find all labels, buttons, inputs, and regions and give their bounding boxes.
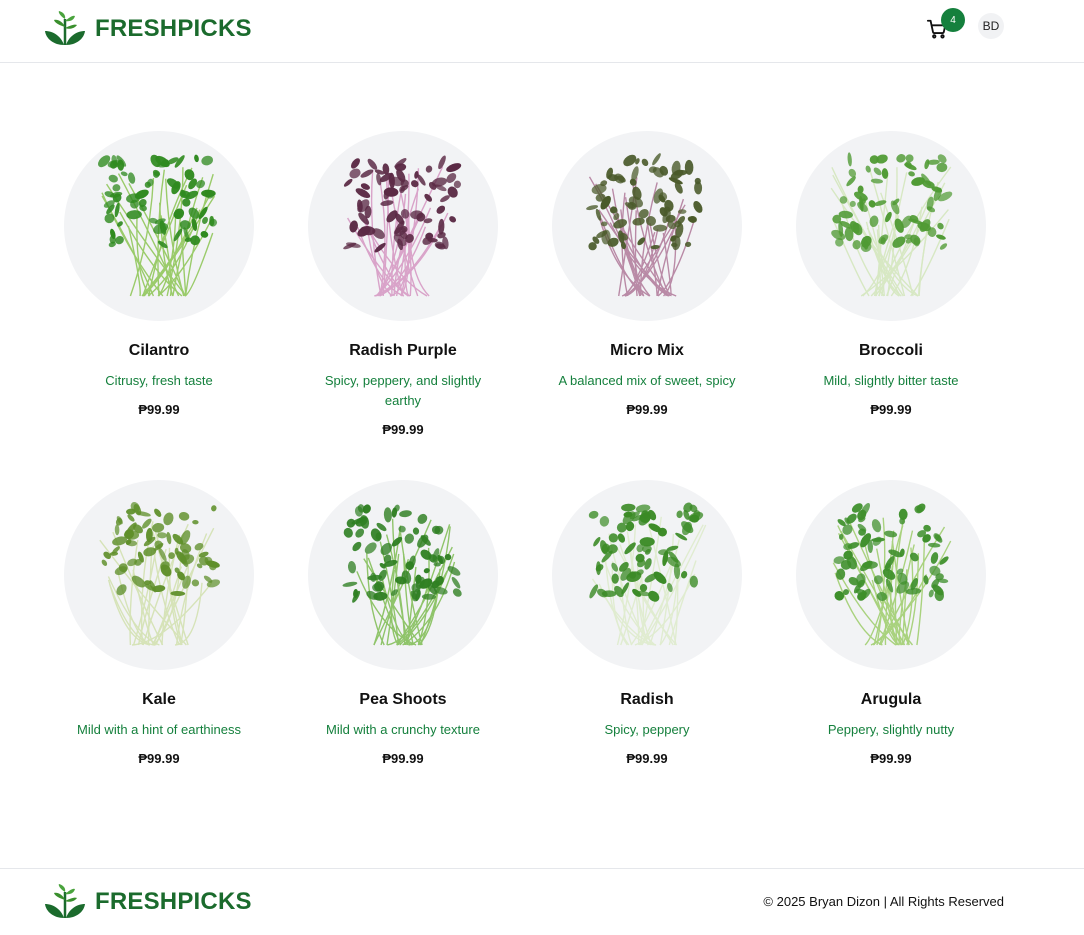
sprout-logo-icon	[44, 884, 86, 920]
microgreens-image	[588, 502, 707, 646]
site-header: FRESHPICKS 4 BD	[0, 0, 1084, 63]
product-description: Mild with a hint of earthiness	[76, 722, 242, 737]
product-price: ₱99.99	[382, 422, 424, 437]
product-price: ₱99.99	[870, 751, 912, 766]
product-description: Spicy, peppery	[604, 722, 690, 737]
product-card-pea-shoots[interactable]: Pea Shoots Mild with a crunchy texture ₱…	[281, 480, 525, 769]
product-price: ₱99.99	[138, 402, 180, 417]
microgreens-image	[98, 154, 218, 297]
product-price: ₱99.99	[626, 751, 668, 766]
copyright-text: © 2025 Bryan Dizon | All Rights Reserved	[763, 894, 1004, 909]
product-card-micro-mix[interactable]: Micro Mix A balanced mix of sweet, spicy…	[525, 131, 769, 440]
product-image	[796, 480, 986, 670]
footer-brand-logo-link[interactable]: FRESHPICKS	[44, 884, 252, 920]
product-description: A balanced mix of sweet, spicy	[558, 373, 736, 388]
product-card-broccoli[interactable]: Broccoli Mild, slightly bitter taste ₱99…	[769, 131, 1013, 440]
brand-logo-link[interactable]: FRESHPICKS	[44, 11, 252, 47]
product-name: Micro Mix	[610, 342, 684, 359]
product-image	[552, 480, 742, 670]
product-card-cilantro[interactable]: Cilantro Citrusy, fresh taste ₱99.99	[37, 131, 281, 440]
product-image	[64, 480, 254, 670]
product-name: Radish	[620, 691, 674, 708]
brand-name: FRESHPICKS	[95, 15, 252, 42]
product-image	[308, 131, 498, 321]
product-name: Radish Purple	[349, 342, 457, 359]
product-price: ₱99.99	[382, 751, 424, 766]
user-avatar[interactable]: BD	[978, 13, 1004, 39]
microgreens-image	[832, 502, 952, 646]
product-card-radish-purple[interactable]: Radish Purple Spicy, peppery, and slight…	[281, 131, 525, 440]
product-card-radish[interactable]: Radish Spicy, peppery ₱99.99	[525, 480, 769, 769]
product-description: Mild with a crunchy texture	[326, 722, 480, 737]
product-price: ₱99.99	[138, 751, 180, 766]
product-name: Pea Shoots	[359, 691, 447, 708]
microgreens-image	[99, 501, 221, 646]
microgreens-image	[342, 504, 462, 646]
sprout-logo-icon	[44, 11, 86, 47]
microgreens-image	[343, 155, 462, 297]
microgreens-image	[830, 152, 953, 297]
product-name: Arugula	[860, 691, 922, 708]
product-grid: Cilantro Citrusy, fresh taste ₱99.99 Rad…	[37, 131, 1013, 769]
product-name: Cilantro	[128, 342, 190, 359]
product-image	[552, 131, 742, 321]
product-name: Kale	[142, 691, 176, 708]
product-image	[796, 131, 986, 321]
product-price: ₱99.99	[626, 402, 668, 417]
product-card-arugula[interactable]: Arugula Peppery, slightly nutty ₱99.99	[769, 480, 1013, 769]
product-description: Peppery, slightly nutty	[827, 722, 955, 737]
product-image	[308, 480, 498, 670]
product-description: Spicy, peppery, and slightly earthy	[324, 373, 482, 408]
product-description: Citrusy, fresh taste	[105, 373, 213, 388]
product-price: ₱99.99	[870, 402, 912, 417]
product-name: Broccoli	[858, 342, 923, 359]
product-description: Mild, slightly bitter taste	[823, 373, 959, 388]
microgreens-image	[586, 153, 703, 297]
product-card-kale[interactable]: Kale Mild with a hint of earthiness ₱99.…	[37, 480, 281, 769]
cart-count-badge: 4	[941, 8, 965, 32]
footer-brand-name: FRESHPICKS	[95, 888, 252, 915]
product-image	[64, 131, 254, 321]
site-footer: FRESHPICKS © 2025 Bryan Dizon | All Righ…	[0, 868, 1084, 935]
